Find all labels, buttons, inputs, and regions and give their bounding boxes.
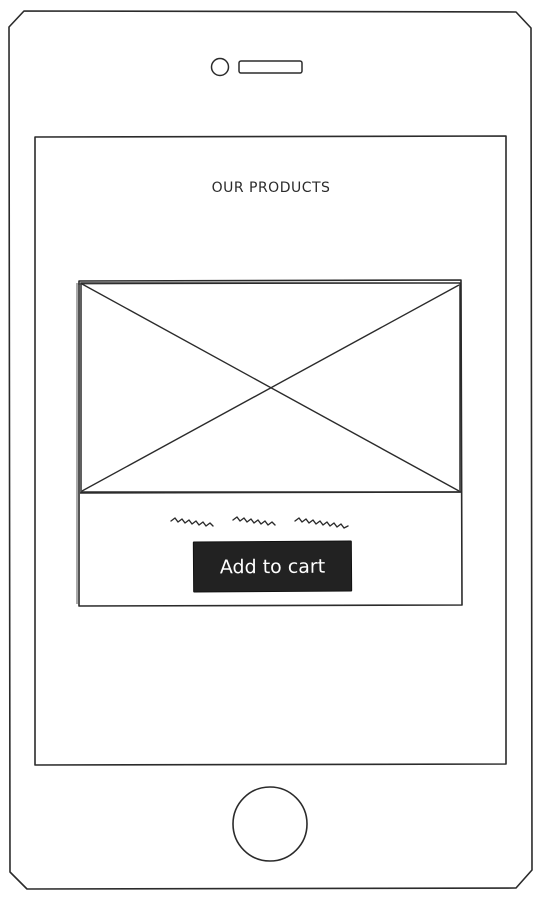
squiggle-text	[170, 516, 349, 529]
page-title: OUR PRODUCTS	[211, 180, 331, 196]
phone-frame	[8, 10, 533, 890]
home-button-icon[interactable]	[232, 786, 308, 862]
card-divider	[79, 491, 462, 494]
camera-icon	[210, 57, 230, 77]
screen-frame	[34, 135, 507, 766]
speaker-icon	[238, 60, 303, 74]
phone-body	[8, 10, 533, 890]
image-placeholder	[80, 282, 461, 493]
add-to-cart-button[interactable]: Add to cart	[192, 540, 353, 593]
